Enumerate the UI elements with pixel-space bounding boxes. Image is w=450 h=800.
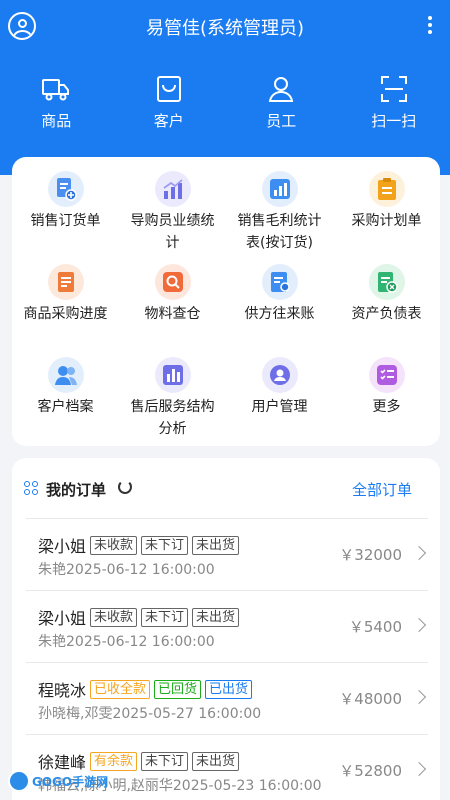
order-customer: 程晓冰 已收全款 已回货 已出货 — [38, 677, 253, 701]
menu-item-user-management[interactable]: 用户管理 — [226, 357, 333, 450]
order-customer: 梁小姐 未收款 未下订 未出货 — [38, 605, 240, 629]
status-badge: 已回货 — [154, 679, 202, 699]
chevron-right-icon — [411, 689, 427, 705]
refresh-icon[interactable] — [118, 480, 132, 494]
orders-title: 我的订单 — [46, 481, 107, 499]
order-customer: 梁小姐 未收款 未下订 未出货 — [38, 533, 240, 557]
menu-item-label: 资产负债表 — [351, 306, 422, 322]
menu-item-guide-performance[interactable]: 导购员业绩统计 — [119, 171, 226, 264]
quick-action-label: 扫一扫 — [371, 112, 417, 130]
chevron-right-icon — [411, 617, 427, 633]
more-list-icon — [368, 357, 405, 393]
page-title: 易管佳(系统管理员) — [145, 18, 305, 39]
menu-item-label: 销售订货单 — [30, 213, 101, 229]
status-badge: 已收全款 — [90, 679, 151, 699]
header-bar: 易管佳(系统管理员) 商品 客户 员工 扫一扫 — [0, 0, 450, 175]
menu-item-material-check[interactable]: 物料查仓 — [119, 264, 226, 357]
quick-action-scan[interactable]: 扫一扫 — [338, 74, 450, 131]
clipboard-icon — [368, 171, 405, 207]
menu-item-label: 更多 — [372, 399, 401, 415]
search-icon — [154, 264, 191, 300]
customer-name: 梁小姐 — [38, 537, 87, 556]
menu-item-purchase-progress[interactable]: 商品采购进度 — [12, 264, 119, 357]
menu-item-label: 导购员业绩统计 — [130, 213, 215, 251]
chevron-right-icon — [411, 545, 427, 561]
status-badge: 未下订 — [141, 751, 189, 771]
bar-analysis-icon — [154, 357, 191, 393]
menu-item-more[interactable]: 更多 — [333, 357, 440, 450]
status-badge: 未下订 — [141, 535, 189, 555]
more-options-icon[interactable] — [428, 16, 432, 34]
order-row[interactable]: 梁小姐 未收款 未下订 未出货 朱艳2025-06-12 16:00:00 ￥3… — [26, 518, 428, 590]
menu-item-gross-profit[interactable]: 销售毛利统计表(按订货) — [226, 171, 333, 264]
function-menu: 销售订货单 导购员业绩统计 销售毛利统计表(按订货) 采购计划单 商品采购进度 — [12, 157, 440, 446]
my-orders-panel: 我的订单 全部订单 梁小姐 未收款 未下订 未出货 朱艳2025-06-12 1… — [12, 458, 440, 800]
apps-grid-icon — [24, 481, 38, 495]
status-badge: 未出货 — [192, 535, 240, 555]
watermark-icon — [8, 770, 30, 792]
menu-item-purchase-plan[interactable]: 采购计划单 — [333, 171, 440, 264]
quick-action-label: 员工 — [266, 112, 297, 130]
quick-action-customers[interactable]: 客户 — [113, 74, 226, 131]
customer-name: 梁小姐 — [38, 609, 87, 628]
menu-item-label: 商品采购进度 — [23, 306, 108, 322]
order-amount: ￥5400 — [348, 618, 402, 636]
person-icon — [225, 74, 338, 104]
ledger-icon — [261, 264, 298, 300]
user-search-icon — [261, 357, 298, 393]
menu-item-label: 售后服务结构分析 — [130, 399, 215, 437]
status-badge: 未收款 — [90, 535, 138, 555]
chevron-right-icon — [411, 761, 427, 777]
menu-item-label: 客户档案 — [37, 399, 94, 415]
order-row[interactable]: 程晓冰 已收全款 已回货 已出货 孙晓梅,邓雯2025-05-27 16:00:… — [26, 662, 428, 734]
order-meta: 孙晓梅,邓雯2025-05-27 16:00:00 — [38, 706, 262, 722]
quick-action-staff[interactable]: 员工 — [225, 74, 338, 131]
menu-item-label: 销售毛利统计表(按订货) — [237, 213, 322, 251]
order-meta: 朱艳2025-06-12 16:00:00 — [38, 634, 215, 650]
orders-header: 我的订单 全部订单 — [12, 458, 440, 518]
scan-icon — [338, 74, 450, 104]
shopping-bag-icon — [113, 74, 226, 104]
order-amount: ￥32000 — [339, 546, 402, 564]
menu-item-sales-order[interactable]: 销售订货单 — [12, 171, 119, 264]
quick-action-label: 客户 — [153, 112, 184, 130]
customer-name: 程晓冰 — [38, 681, 87, 700]
status-badge: 有余款 — [90, 751, 138, 771]
status-badge: 未出货 — [192, 751, 240, 771]
menu-item-balance-sheet[interactable]: 资产负债表 — [333, 264, 440, 357]
truck-icon — [0, 74, 113, 104]
watermark-logo: GOGO手游网 — [8, 770, 108, 792]
balance-sheet-icon — [368, 264, 405, 300]
menu-item-supplier-account[interactable]: 供方往来账 — [226, 264, 333, 357]
status-badge: 未收款 — [90, 607, 138, 627]
quick-actions: 商品 客户 员工 扫一扫 — [0, 74, 450, 131]
all-orders-link[interactable]: 全部订单 — [352, 479, 412, 500]
status-badge: 未下订 — [141, 607, 189, 627]
menu-item-label: 用户管理 — [251, 399, 308, 415]
bar-chart-icon — [261, 171, 298, 207]
order-add-icon — [47, 171, 84, 207]
status-badge: 已出货 — [205, 679, 253, 699]
document-icon — [47, 264, 84, 300]
order-row[interactable]: 梁小姐 未收款 未下订 未出货 朱艳2025-06-12 16:00:00 ￥5… — [26, 590, 428, 662]
customers-icon — [47, 357, 84, 393]
order-amount: ￥48000 — [339, 690, 402, 708]
menu-item-label: 采购计划单 — [351, 213, 422, 229]
order-amount: ￥52800 — [339, 762, 402, 780]
order-meta: 朱艳2025-06-12 16:00:00 — [38, 562, 215, 578]
bar-chart-trend-icon — [154, 171, 191, 207]
menu-item-customer-files[interactable]: 客户档案 — [12, 357, 119, 450]
status-badge: 未出货 — [192, 607, 240, 627]
watermark-text: GOGO手游网 — [32, 774, 109, 789]
quick-action-goods[interactable]: 商品 — [0, 74, 113, 131]
menu-item-label: 供方往来账 — [244, 306, 315, 322]
menu-item-label: 物料查仓 — [144, 306, 201, 322]
quick-action-label: 商品 — [41, 112, 72, 130]
menu-item-after-sales[interactable]: 售后服务结构分析 — [119, 357, 226, 450]
